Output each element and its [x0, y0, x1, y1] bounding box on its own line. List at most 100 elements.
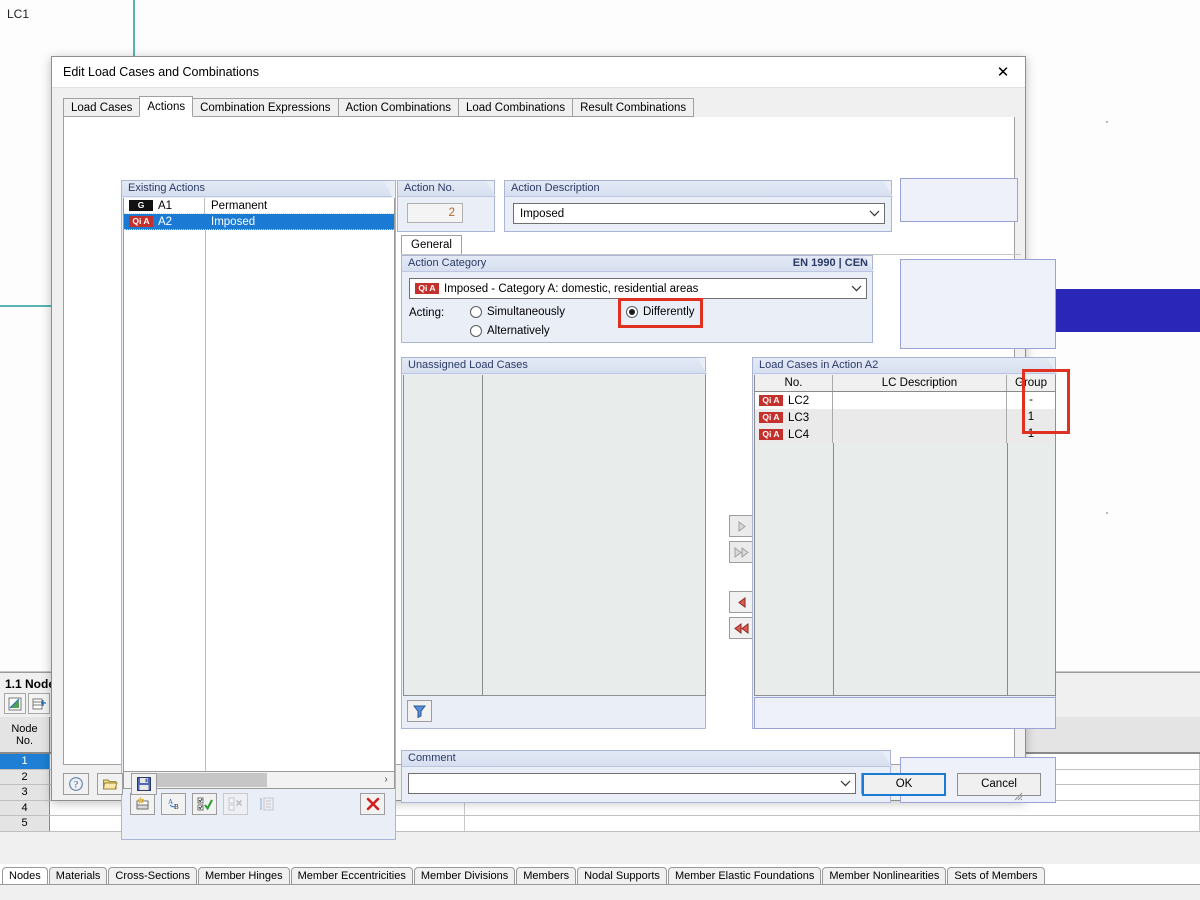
existing-actions-list[interactable]: G A1 Permanent Qi A A2 Imposed	[123, 198, 395, 772]
bottom-tab-member-eccentricities[interactable]: Member Eccentricities	[290, 867, 413, 884]
action-category-combobox[interactable]: Qi A Imposed - Category A: domestic, res…	[409, 278, 867, 299]
filter-funnel-icon[interactable]	[407, 700, 432, 722]
list-item[interactable]: G A1 Permanent	[124, 198, 394, 214]
radio-alternatively[interactable]: Alternatively	[470, 325, 550, 337]
dialog-titlebar: Edit Load Cases and Combinations ✕	[52, 57, 1025, 88]
row-header[interactable]: 2	[0, 769, 50, 784]
lc-no-cell: Qi A LC3	[755, 409, 833, 426]
action-description-header: Action Description	[505, 181, 893, 197]
resize-grip[interactable]	[1011, 789, 1023, 801]
bottom-tab-member-divisions[interactable]: Member Divisions	[413, 867, 516, 884]
tab-general[interactable]: General	[401, 235, 462, 255]
svg-text:?: ?	[74, 781, 78, 791]
dialog-title: Edit Load Cases and Combinations	[63, 65, 259, 79]
radio-label: Alternatively	[487, 325, 550, 337]
lc-description-cell[interactable]	[833, 426, 1007, 443]
lc-group-cell[interactable]: 1	[1007, 409, 1055, 426]
action-type-badge: Qi A	[129, 216, 153, 227]
radio-button[interactable]	[470, 325, 482, 337]
action-description-title: Action Description	[511, 182, 600, 194]
action-no-cell: G A1	[124, 198, 205, 214]
bottom-tab-cross-sections[interactable]: Cross-Sections	[108, 867, 197, 884]
action-category-value: Imposed - Category A: domestic, resident…	[444, 282, 699, 295]
tab-result-combinations[interactable]: Result Combinations	[572, 98, 695, 117]
existing-actions-group: Existing Actions G A1 Permanent Qi A A2 …	[121, 180, 396, 840]
cell[interactable]	[465, 816, 1200, 831]
radio-button[interactable]	[626, 306, 638, 318]
load-case-badge: Qi A	[759, 412, 783, 423]
footer-icon-group: ?	[63, 773, 157, 795]
model-node-dot	[1106, 121, 1108, 123]
ok-button[interactable]: OK	[862, 773, 946, 796]
radio-button[interactable]	[470, 306, 482, 318]
list-column-divider	[482, 375, 483, 695]
save-disk-icon[interactable]	[131, 773, 157, 795]
bottom-tab-member-elastic-foundations[interactable]: Member Elastic Foundations	[667, 867, 822, 884]
tab-actions[interactable]: Actions	[139, 96, 194, 117]
action-description-group: Action Description Imposed	[504, 180, 893, 232]
open-folder-icon[interactable]	[97, 773, 123, 795]
status-bar	[0, 884, 1200, 900]
tab-action-combinations[interactable]: Action Combinations	[337, 98, 459, 117]
load-cases-in-action-footer	[754, 697, 1056, 729]
bottom-tab-nodal-supports[interactable]: Nodal Supports	[577, 867, 667, 884]
bottom-tab-members[interactable]: Members	[516, 867, 577, 884]
action-category-title: Action Category	[408, 257, 487, 269]
table-edit-icon[interactable]	[4, 693, 26, 714]
table-row[interactable]: Qi A LC2 -	[755, 392, 1055, 409]
bottom-tab-sets-of-members[interactable]: Sets of Members	[947, 867, 1045, 884]
bottom-tab-nodes[interactable]: Nodes	[2, 867, 48, 884]
chevron-down-icon[interactable]	[864, 204, 884, 223]
row-header[interactable]: 4	[0, 800, 50, 815]
action-category-header: Action Category EN 1990 | CEN	[402, 256, 874, 272]
bottom-tab-materials[interactable]: Materials	[48, 867, 108, 884]
action-category-badge: Qi A	[415, 283, 439, 294]
lc-group-cell[interactable]: 1	[1007, 426, 1055, 443]
lc-description-cell[interactable]	[833, 392, 1007, 409]
table-row[interactable]: Qi A LC4 1	[755, 426, 1055, 443]
tab-load-combinations[interactable]: Load Combinations	[457, 98, 574, 117]
action-no-group: Action No. 2	[397, 180, 496, 232]
existing-actions-title: Existing Actions	[128, 182, 206, 194]
radio-label: Differently	[643, 306, 695, 318]
tab-combination-expressions[interactable]: Combination Expressions	[192, 98, 339, 117]
unassigned-load-cases-header: Unassigned Load Cases	[402, 358, 707, 374]
chevron-down-icon[interactable]	[846, 279, 866, 298]
action-no-input[interactable]: 2	[407, 203, 463, 223]
comment-title: Comment	[408, 752, 456, 764]
list-item[interactable]: Qi A A2 Imposed	[124, 213, 394, 230]
cell[interactable]	[387, 816, 465, 831]
load-cases-in-action-table[interactable]: No. LC Description Group Qi A LC2 - Qi A	[754, 375, 1056, 696]
table-insert-row-icon[interactable]	[28, 693, 50, 714]
row-header[interactable]: 3	[0, 785, 50, 800]
help-question-icon[interactable]: ?	[63, 773, 89, 795]
table-row[interactable]: Qi A LC3 1	[755, 409, 1055, 426]
action-description-combobox[interactable]: Imposed	[513, 203, 885, 224]
row-header[interactable]: 1	[0, 754, 50, 769]
table-empty-area[interactable]	[755, 443, 1055, 695]
col-header-line1: Node	[11, 722, 38, 735]
radio-differently[interactable]: Differently	[626, 306, 695, 318]
dialog-tab-strip: Load Cases Actions Combination Expressio…	[63, 96, 1015, 117]
load-cases-in-action-group: Load Cases in Action A2 No. LC Descripti…	[752, 357, 1057, 729]
lc-no-label: LC2	[788, 394, 810, 407]
bottom-tab-member-nonlinearities[interactable]: Member Nonlinearities	[822, 867, 947, 884]
cancel-button[interactable]: Cancel	[957, 773, 1041, 796]
lc-description-cell[interactable]	[833, 409, 1007, 426]
column-header-no: No.	[755, 375, 833, 391]
bottom-tab-member-hinges[interactable]: Member Hinges	[198, 867, 290, 884]
action-description-cell: Permanent	[211, 199, 268, 212]
close-icon[interactable]: ✕	[981, 57, 1025, 87]
canvas-loadcase-label: LC1	[7, 7, 30, 21]
acting-label: Acting:	[409, 307, 445, 319]
row-header[interactable]: 5	[0, 816, 50, 831]
lc-no-cell: Qi A LC4	[755, 426, 833, 443]
lc-group-cell[interactable]: -	[1007, 392, 1055, 409]
action-no-label: A1	[158, 199, 173, 212]
column-header-lc-description: LC Description	[833, 375, 1007, 391]
radio-simultaneously[interactable]: Simultaneously	[470, 306, 565, 318]
unassigned-load-cases-list[interactable]	[403, 375, 706, 696]
action-no-cell: Qi A A2	[124, 213, 205, 230]
tab-load-cases[interactable]: Load Cases	[63, 98, 141, 117]
bottom-tab-strip: Nodes Materials Cross-Sections Member Hi…	[0, 864, 1200, 884]
